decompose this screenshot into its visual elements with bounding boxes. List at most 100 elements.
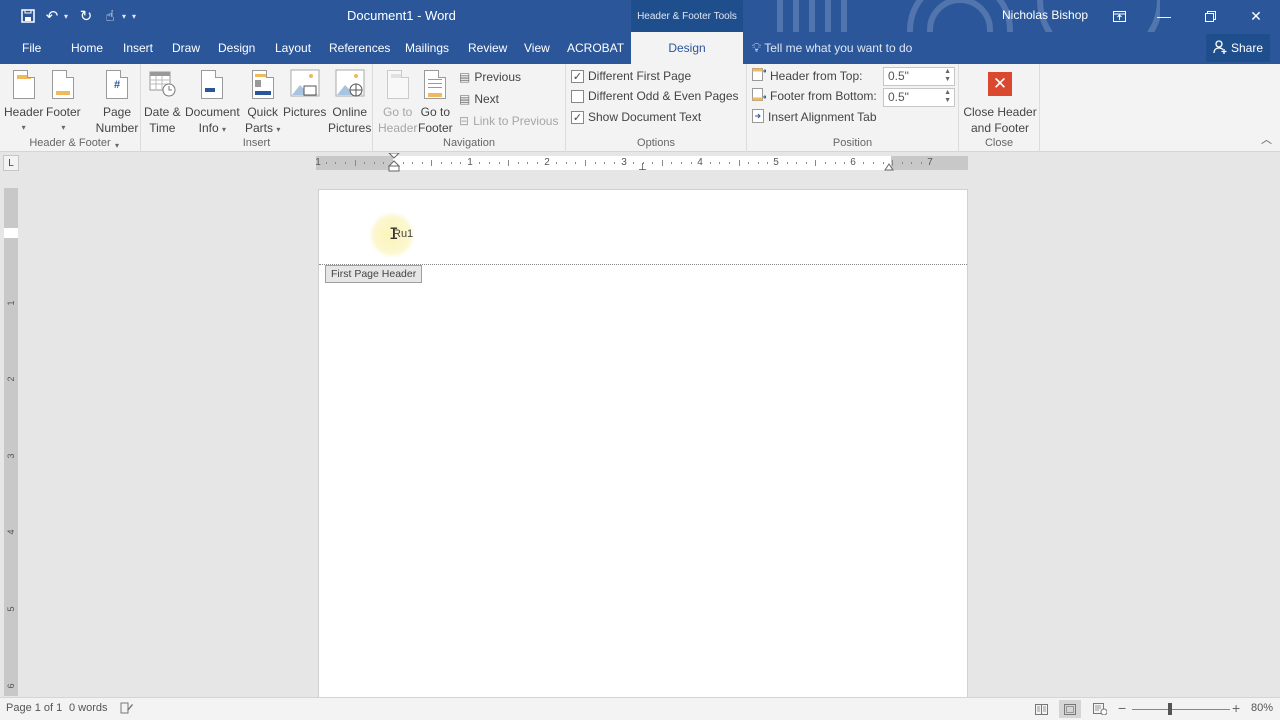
tell-me-placeholder: Tell me what you want to do bbox=[764, 41, 913, 55]
ruler-tick bbox=[412, 162, 414, 164]
ruler-tick bbox=[537, 162, 538, 164]
group-options: ✓ Different First Page Different Odd & E… bbox=[566, 64, 747, 152]
close-header-footer-button[interactable]: ✕ Close Header and Footer bbox=[963, 68, 1037, 136]
tab-file[interactable]: File bbox=[20, 32, 43, 64]
ruler-tick bbox=[757, 162, 759, 164]
ribbon-display-options-icon[interactable] bbox=[1096, 0, 1142, 32]
ruler-tick bbox=[815, 160, 817, 166]
page-count[interactable]: Page 1 of 1 bbox=[6, 702, 62, 714]
word-count[interactable]: 0 words bbox=[69, 702, 108, 714]
header-from-top-input[interactable]: 0.5" ▲ ▼ bbox=[883, 67, 955, 86]
ruler-number: 1 bbox=[467, 157, 473, 168]
zoom-out-icon[interactable]: − bbox=[1118, 700, 1126, 716]
zoom-level[interactable]: 80% bbox=[1251, 702, 1273, 714]
document-page[interactable]: I Ru1 First Page Header bbox=[318, 189, 968, 709]
header-button[interactable]: Header ▾ bbox=[4, 68, 43, 136]
collapse-ribbon-icon[interactable]: ︿ bbox=[1261, 131, 1272, 147]
tab-insert[interactable]: Insert bbox=[121, 32, 155, 64]
ruler-tick bbox=[729, 162, 730, 164]
tab-view[interactable]: View bbox=[522, 32, 552, 64]
next-button[interactable]: ▤ Next bbox=[459, 89, 499, 109]
tab-acrobat[interactable]: ACROBAT bbox=[565, 32, 626, 64]
zoom-slider[interactable] bbox=[1132, 709, 1230, 710]
share-button[interactable]: Share bbox=[1206, 34, 1270, 62]
ruler-tick bbox=[575, 162, 577, 164]
show-document-text-checkbox[interactable]: ✓ Show Document Text bbox=[571, 107, 701, 127]
different-odd-even-checkbox[interactable]: Different Odd & Even Pages bbox=[571, 86, 739, 106]
tab-draw[interactable]: Draw bbox=[170, 32, 202, 64]
online-pictures-button[interactable]: Online Pictures bbox=[328, 68, 371, 136]
minimize-icon[interactable]: — bbox=[1141, 0, 1187, 32]
ruler-tick bbox=[460, 162, 462, 164]
ruler-number: 6 bbox=[6, 683, 16, 689]
ruler-tick bbox=[613, 162, 615, 164]
ruler-tick bbox=[661, 160, 663, 166]
close-window-icon[interactable]: ✕ bbox=[1233, 0, 1279, 32]
ruler-tick bbox=[719, 162, 721, 164]
indent-markers-icon[interactable] bbox=[388, 153, 400, 173]
spin-arrows-icon[interactable]: ▲ ▼ bbox=[944, 89, 951, 105]
context-tools-title: Header & Footer Tools bbox=[631, 0, 743, 32]
touch-mode-icon[interactable]: ☝ bbox=[100, 6, 120, 26]
go-to-header-button[interactable]: Go to Header bbox=[378, 68, 417, 136]
status-bar: Page 1 of 1 0 words − + 80% bbox=[0, 697, 1280, 720]
previous-button[interactable]: ▤ Previous bbox=[459, 67, 521, 87]
tab-review[interactable]: Review bbox=[466, 32, 509, 64]
pictures-icon bbox=[290, 68, 320, 102]
redo-icon[interactable]: ↻ bbox=[76, 6, 96, 26]
tab-header-footer-design[interactable]: Design bbox=[631, 32, 743, 64]
close-red-x-icon: ✕ bbox=[985, 68, 1015, 102]
link-to-previous-button[interactable]: ⊟ Link to Previous bbox=[459, 111, 558, 131]
proofing-icon[interactable] bbox=[120, 702, 134, 717]
tab-home[interactable]: Home bbox=[69, 32, 105, 64]
ruler-tick bbox=[748, 162, 750, 164]
date-time-button[interactable]: Date & Time bbox=[144, 68, 181, 136]
tell-me-search[interactable]: 💡︎ Tell me what you want to do bbox=[752, 32, 912, 64]
ruler-tick bbox=[489, 162, 490, 164]
header-text[interactable]: Ru1 bbox=[393, 228, 413, 240]
ruler-tick bbox=[738, 160, 740, 166]
footer-from-bottom-input[interactable]: 0.5" ▲ ▼ bbox=[883, 88, 955, 107]
spin-arrows-icon[interactable]: ▲ ▼ bbox=[944, 68, 951, 84]
ruler-number: 7 bbox=[927, 157, 933, 168]
vertical-ruler[interactable]: 1 2 3 4 5 6 bbox=[4, 188, 18, 696]
zoom-in-icon[interactable]: + bbox=[1232, 700, 1240, 716]
header-icon bbox=[9, 68, 39, 102]
ruler-tick bbox=[364, 162, 366, 164]
footer-icon bbox=[48, 68, 78, 102]
insert-alignment-tab-button[interactable]: Insert Alignment Tab bbox=[752, 107, 877, 127]
ruler-tick bbox=[767, 162, 769, 164]
zoom-slider-thumb[interactable] bbox=[1168, 703, 1173, 715]
group-insert: Date & Time Document Info ▾ Quick Parts … bbox=[141, 64, 373, 152]
go-to-footer-button[interactable]: Go to Footer bbox=[418, 68, 453, 136]
quick-parts-button[interactable]: Quick Parts ▾ bbox=[245, 68, 280, 138]
ruler-number: 4 bbox=[6, 529, 16, 535]
save-icon[interactable] bbox=[18, 6, 38, 26]
document-info-button[interactable]: Document Info ▾ bbox=[185, 68, 240, 138]
customize-quick-access-icon[interactable]: ▾ bbox=[132, 12, 136, 21]
lightbulb-icon: 💡︎ bbox=[752, 40, 762, 55]
tab-selector[interactable]: L bbox=[3, 155, 19, 171]
footer-button[interactable]: Footer ▾ bbox=[46, 68, 81, 136]
undo-icon[interactable]: ↶ bbox=[42, 6, 62, 26]
print-layout-icon[interactable] bbox=[1059, 700, 1081, 718]
document-title: Document1 - Word bbox=[347, 8, 456, 23]
restore-icon[interactable] bbox=[1187, 0, 1233, 32]
user-name[interactable]: Nicholas Bishop bbox=[1002, 8, 1088, 22]
touch-mode-dropdown-icon[interactable]: ▾ bbox=[122, 12, 126, 21]
pictures-button[interactable]: Pictures bbox=[283, 68, 326, 120]
ruler-tick bbox=[565, 162, 567, 164]
calendar-clock-icon bbox=[147, 68, 177, 102]
read-mode-icon[interactable] bbox=[1030, 700, 1052, 718]
ruler-tick bbox=[421, 162, 423, 164]
web-layout-icon[interactable] bbox=[1089, 700, 1111, 718]
undo-dropdown-icon[interactable]: ▾ bbox=[64, 12, 68, 21]
ruler-tick bbox=[508, 160, 510, 166]
ruler-tick bbox=[921, 162, 922, 164]
tab-design-doc[interactable]: Design bbox=[216, 32, 257, 64]
horizontal-ruler[interactable]: 1 1 2 3 4 5 6 7 ⊥ bbox=[315, 153, 968, 173]
tab-references[interactable]: References bbox=[327, 32, 392, 64]
tab-layout[interactable]: Layout bbox=[273, 32, 313, 64]
tab-mailings[interactable]: Mailings bbox=[403, 32, 451, 64]
different-first-page-checkbox[interactable]: ✓ Different First Page bbox=[571, 66, 691, 86]
